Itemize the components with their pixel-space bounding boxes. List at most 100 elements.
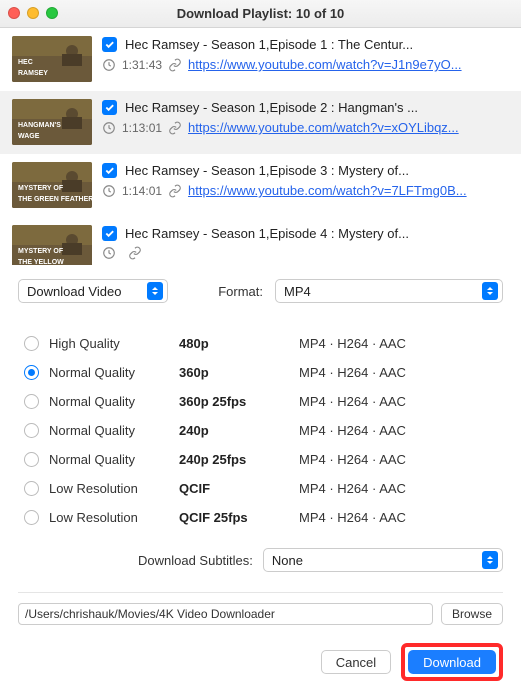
svg-text:HEC: HEC [18, 59, 33, 66]
subtitles-row: Download Subtitles: None [18, 548, 503, 572]
video-meta: Hec Ramsey - Season 1,Episode 4 : Myster… [102, 225, 509, 265]
video-title: Hec Ramsey - Season 1,Episode 2 : Hangma… [125, 100, 418, 115]
clock-icon [102, 246, 116, 260]
browse-button[interactable]: Browse [441, 603, 503, 625]
zoom-window-button[interactable] [46, 7, 58, 19]
video-thumbnail: MYSTERY OF THE YELLOW [12, 225, 92, 265]
video-title: Hec Ramsey - Season 1,Episode 3 : Myster… [125, 163, 409, 178]
video-meta: Hec Ramsey - Season 1,Episode 2 : Hangma… [102, 99, 509, 146]
quality-resolution: 240p 25fps [179, 452, 299, 467]
quality-resolution: QCIF 25fps [179, 510, 299, 525]
link-icon [128, 246, 142, 260]
quality-name: Normal Quality [49, 394, 179, 409]
quality-resolution: QCIF [179, 481, 299, 496]
quality-row[interactable]: Low Resolution QCIF 25fps MP4 · H264 · A… [18, 503, 503, 532]
controls-panel: Download Video Format: MP4 High Quality … [0, 265, 521, 681]
quality-codec: MP4 · H264 · AAC [299, 423, 406, 438]
video-meta: Hec Ramsey - Season 1,Episode 1 : The Ce… [102, 36, 509, 83]
quality-codec: MP4 · H264 · AAC [299, 510, 406, 525]
link-icon [168, 58, 182, 72]
video-thumbnail: HANGMAN'S WAGE [12, 99, 92, 145]
svg-text:MYSTERY OF: MYSTERY OF [18, 248, 64, 255]
updown-icon [147, 282, 163, 300]
download-highlight: Download [401, 643, 503, 681]
video-meta: Hec Ramsey - Season 1,Episode 3 : Myster… [102, 162, 509, 209]
video-title: Hec Ramsey - Season 1,Episode 1 : The Ce… [125, 37, 413, 52]
svg-text:THE GREEN FEATHER: THE GREEN FEATHER [18, 196, 92, 203]
svg-text:MYSTERY OF: MYSTERY OF [18, 185, 64, 192]
svg-text:THE YELLOW: THE YELLOW [18, 259, 64, 265]
svg-text:HANGMAN'S: HANGMAN'S [18, 122, 61, 129]
download-button[interactable]: Download [408, 650, 496, 674]
video-checkbox[interactable] [102, 37, 117, 52]
video-thumbnail: HEC RAMSEY [12, 36, 92, 82]
download-mode-value: Download Video [27, 284, 121, 299]
path-input[interactable] [18, 603, 433, 625]
quality-name: Normal Quality [49, 365, 179, 380]
quality-row[interactable]: Normal Quality 240p MP4 · H264 · AAC [18, 416, 503, 445]
updown-icon [482, 282, 498, 300]
svg-text:WAGE: WAGE [18, 133, 40, 140]
quality-codec: MP4 · H264 · AAC [299, 394, 406, 409]
video-duration: 1:14:01 [122, 184, 162, 198]
subtitles-label: Download Subtitles: [138, 553, 253, 568]
subtitles-select[interactable]: None [263, 548, 503, 572]
quality-row[interactable]: Normal Quality 360p MP4 · H264 · AAC [18, 358, 503, 387]
path-row: Browse [18, 603, 503, 625]
quality-radio[interactable] [24, 423, 39, 438]
quality-codec: MP4 · H264 · AAC [299, 336, 406, 351]
divider [18, 592, 503, 593]
link-icon [168, 121, 182, 135]
quality-radio[interactable] [24, 394, 39, 409]
quality-radio[interactable] [24, 510, 39, 525]
quality-list: High Quality 480p MP4 · H264 · AAC Norma… [18, 329, 503, 532]
video-title: Hec Ramsey - Season 1,Episode 4 : Myster… [125, 226, 409, 241]
quality-radio[interactable] [24, 481, 39, 496]
format-value: MP4 [284, 284, 311, 299]
quality-name: Normal Quality [49, 452, 179, 467]
video-checkbox[interactable] [102, 163, 117, 178]
video-url[interactable]: https://www.youtube.com/watch?v=7LFTmg0B… [188, 183, 467, 198]
video-thumbnail: MYSTERY OF THE GREEN FEATHER [12, 162, 92, 208]
video-duration: 1:13:01 [122, 121, 162, 135]
quality-name: Low Resolution [49, 510, 179, 525]
quality-row[interactable]: High Quality 480p MP4 · H264 · AAC [18, 329, 503, 358]
quality-radio[interactable] [24, 365, 39, 380]
format-select[interactable]: MP4 [275, 279, 503, 303]
clock-icon [102, 121, 116, 135]
download-mode-select[interactable]: Download Video [18, 279, 168, 303]
minimize-window-button[interactable] [27, 7, 39, 19]
link-icon [168, 184, 182, 198]
quality-resolution: 480p [179, 336, 299, 351]
titlebar: Download Playlist: 10 of 10 [0, 0, 521, 28]
quality-radio[interactable] [24, 336, 39, 351]
quality-codec: MP4 · H264 · AAC [299, 452, 406, 467]
subtitles-value: None [272, 553, 303, 568]
svg-text:RAMSEY: RAMSEY [18, 70, 48, 77]
quality-codec: MP4 · H264 · AAC [299, 481, 406, 496]
video-url[interactable]: https://www.youtube.com/watch?v=J1n9e7yO… [188, 57, 462, 72]
quality-radio[interactable] [24, 452, 39, 467]
format-row: Download Video Format: MP4 [18, 279, 503, 303]
video-checkbox[interactable] [102, 226, 117, 241]
video-checkbox[interactable] [102, 100, 117, 115]
footer: Cancel Download [18, 643, 503, 681]
quality-row[interactable]: Low Resolution QCIF MP4 · H264 · AAC [18, 474, 503, 503]
close-window-button[interactable] [8, 7, 20, 19]
clock-icon [102, 184, 116, 198]
format-label: Format: [218, 284, 263, 299]
quality-name: Normal Quality [49, 423, 179, 438]
playlist-list: HEC RAMSEY Hec Ramsey - Season 1,Episode … [0, 28, 521, 265]
quality-name: Low Resolution [49, 481, 179, 496]
traffic-lights [8, 7, 58, 19]
clock-icon [102, 58, 116, 72]
video-url[interactable]: https://www.youtube.com/watch?v=xOYLibqz… [188, 120, 459, 135]
quality-row[interactable]: Normal Quality 360p 25fps MP4 · H264 · A… [18, 387, 503, 416]
playlist-item[interactable]: HEC RAMSEY Hec Ramsey - Season 1,Episode … [0, 28, 521, 91]
playlist-item[interactable]: HANGMAN'S WAGE Hec Ramsey - Season 1,Epis… [0, 91, 521, 154]
playlist-item[interactable]: MYSTERY OF THE GREEN FEATHER Hec Ramsey -… [0, 154, 521, 217]
quality-row[interactable]: Normal Quality 240p 25fps MP4 · H264 · A… [18, 445, 503, 474]
playlist-item[interactable]: MYSTERY OF THE YELLOW Hec Ramsey - Season… [0, 217, 521, 265]
quality-resolution: 360p 25fps [179, 394, 299, 409]
cancel-button[interactable]: Cancel [321, 650, 391, 674]
